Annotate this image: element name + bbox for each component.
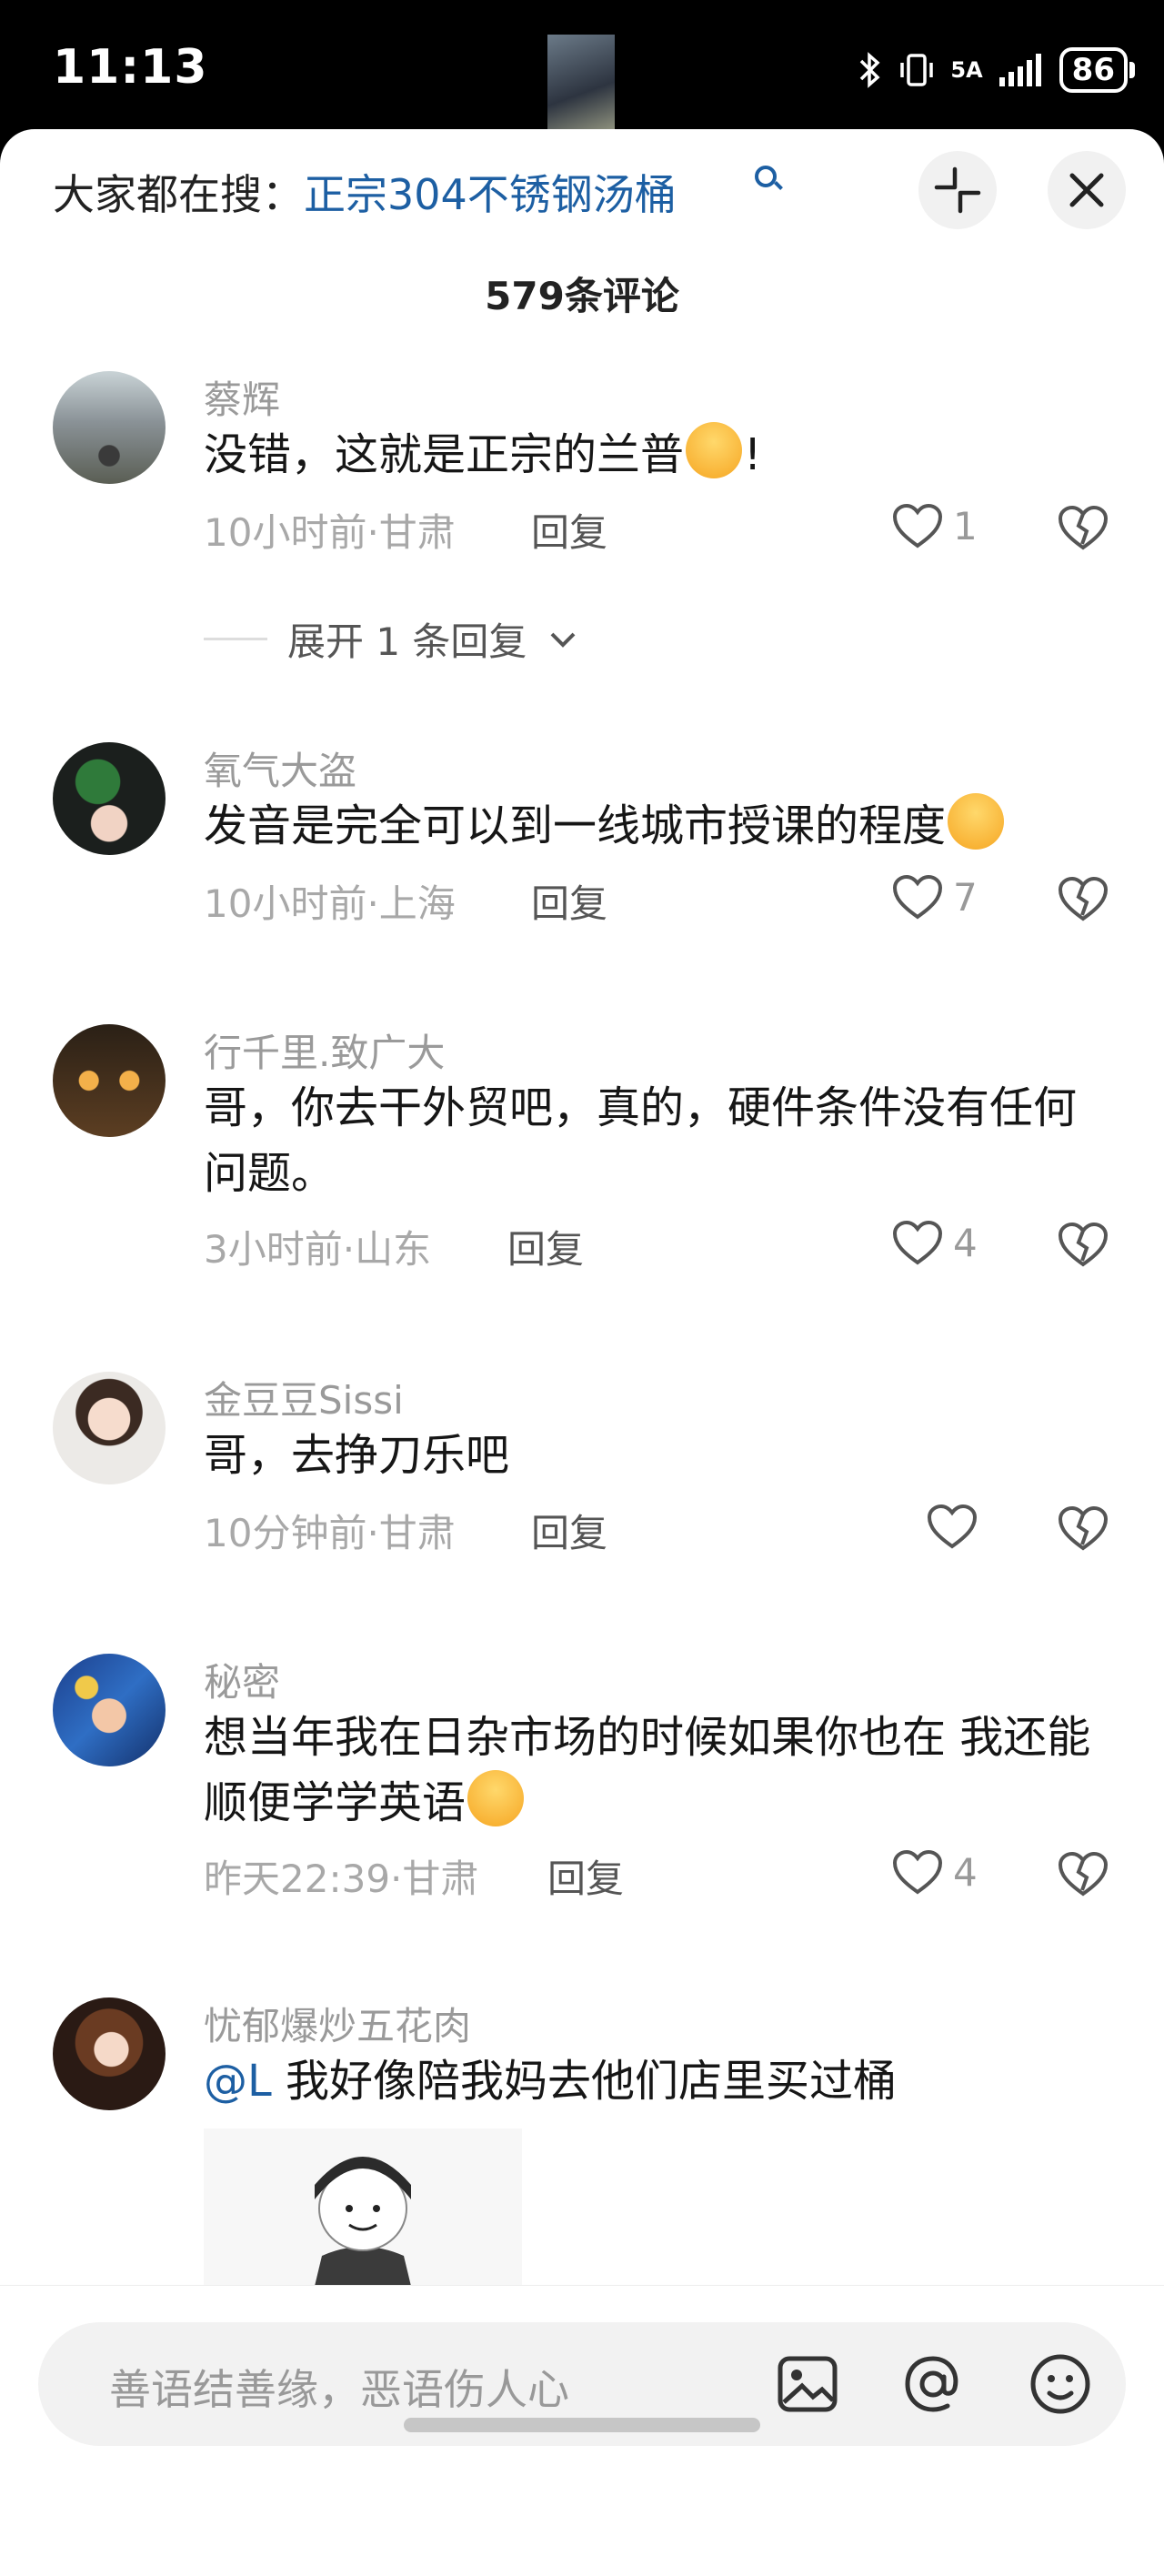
image-icon[interactable] xyxy=(775,2351,840,2417)
comment-text: 哥，去挣刀乐吧 xyxy=(204,1430,510,1481)
like-count: 4 xyxy=(953,1220,978,1265)
signal-icon xyxy=(998,54,1041,86)
username[interactable]: 秘密 xyxy=(204,1652,280,1707)
sleepy-emoji xyxy=(686,422,743,478)
comment-time-location: 10小时前·甘肃 xyxy=(204,510,456,555)
comment-body-tail: ! xyxy=(744,429,762,480)
username[interactable]: 金豆豆Sissi xyxy=(204,1370,404,1425)
status-icons: 5A 86 xyxy=(856,47,1136,93)
sticker-image[interactable] xyxy=(204,2128,522,2301)
reply-button[interactable]: 回复 xyxy=(547,1848,624,1904)
comment-time-location: 昨天22:39·甘肃 xyxy=(204,1857,479,1901)
search-prefix: 大家都在搜： xyxy=(53,170,304,219)
comment-text: 没错，这就是正宗的兰普! xyxy=(204,422,1113,488)
dislike-button[interactable] xyxy=(1057,875,1109,926)
dislike-button[interactable] xyxy=(1057,504,1109,555)
username[interactable]: 氧气大盗 xyxy=(204,740,356,796)
avatar[interactable] xyxy=(53,1997,166,2110)
dislike-heart-icon xyxy=(1058,1222,1109,1267)
floating-video-thumbnail[interactable] xyxy=(547,35,615,129)
reply-button[interactable]: 回复 xyxy=(531,502,607,558)
comment-time-location: 10小时前·上海 xyxy=(204,881,456,926)
search-icon xyxy=(755,166,777,187)
heart-icon xyxy=(892,1849,943,1895)
comment-sheet: 大家都在搜：正宗304不锈钢汤桶 579条评论 蔡辉 没错，这就是正宗的兰普! … xyxy=(0,129,1164,2576)
dislike-button[interactable] xyxy=(1057,1850,1109,1901)
avatar[interactable] xyxy=(53,371,166,484)
heart-icon xyxy=(892,1220,943,1265)
battery-icon: 86 xyxy=(1059,47,1136,93)
like-button[interactable]: 4 xyxy=(891,1848,978,1896)
avatar[interactable] xyxy=(53,1654,166,1766)
collapse-button[interactable] xyxy=(918,151,997,229)
heart-icon xyxy=(892,503,943,548)
like-button[interactable]: 4 xyxy=(891,1219,978,1266)
dislike-heart-icon xyxy=(1058,876,1109,921)
dislike-heart-icon xyxy=(1058,505,1109,550)
like-button[interactable] xyxy=(926,1503,988,1550)
close-button[interactable] xyxy=(1048,151,1126,229)
status-time: 11:13 xyxy=(53,40,208,95)
avatar[interactable] xyxy=(53,1024,166,1137)
dislike-button[interactable] xyxy=(1057,1504,1109,1555)
sticker-character xyxy=(311,2157,415,2301)
laughing-crying-emoji xyxy=(467,1770,525,1826)
avatar[interactable] xyxy=(53,742,166,855)
heart-icon xyxy=(927,1504,978,1549)
like-button[interactable]: 1 xyxy=(891,502,978,549)
like-count: 1 xyxy=(953,503,978,548)
expand-divider xyxy=(204,638,267,640)
dislike-heart-icon xyxy=(1058,1505,1109,1551)
like-count: 7 xyxy=(953,874,978,920)
comment-body: 发音是完全可以到一线城市授课的程度 xyxy=(204,800,947,851)
close-icon xyxy=(1069,173,1104,207)
chevron-down-icon xyxy=(551,632,576,648)
dislike-heart-icon xyxy=(1058,1851,1109,1897)
comment-count-title: 579条评论 xyxy=(485,274,679,318)
avatar[interactable] xyxy=(53,1372,166,1484)
network-type: 5A xyxy=(950,57,983,83)
expand-label: 展开 1 条回复 xyxy=(287,619,527,664)
comment-time-location: 10分钟前·甘肃 xyxy=(204,1511,456,1555)
expand-replies-button[interactable]: 展开 1 条回复 xyxy=(204,611,579,667)
comment-text: @L 我好像陪我妈去他们店里买过桶 xyxy=(204,2048,1113,2114)
bluetooth-icon xyxy=(860,52,880,88)
username[interactable]: 忧郁爆炒五花肉 xyxy=(204,1996,471,2051)
heart-icon xyxy=(892,874,943,920)
like-count: 4 xyxy=(953,1849,978,1895)
at-icon[interactable] xyxy=(900,2351,966,2417)
username[interactable]: 蔡辉 xyxy=(204,369,280,425)
mention-link[interactable]: @L xyxy=(204,2056,272,2107)
emoji-icon[interactable] xyxy=(1028,2351,1093,2417)
comment-text: 哥，你去干外贸吧，真的，硬件条件没有任何问题。 xyxy=(204,1082,1078,1199)
tearful-emoji xyxy=(948,793,1005,850)
home-indicator[interactable] xyxy=(404,2418,760,2432)
input-placeholder: 善语结善缘，恶语伤人心 xyxy=(109,2365,569,2414)
comment-text: 发音是完全可以到一线城市授课的程度 xyxy=(204,793,1113,859)
vibrate-icon xyxy=(900,54,934,86)
search-suggestion[interactable]: 大家都在搜：正宗304不锈钢汤桶 xyxy=(53,162,677,222)
reply-button[interactable]: 回复 xyxy=(531,1503,607,1558)
like-button[interactable]: 7 xyxy=(891,873,978,921)
reply-button[interactable]: 回复 xyxy=(507,1219,584,1274)
dislike-button[interactable] xyxy=(1057,1221,1109,1272)
comment-time-location: 3小时前·山东 xyxy=(204,1227,432,1272)
username[interactable]: 行千里.致广大 xyxy=(204,1022,445,1078)
reply-button[interactable]: 回复 xyxy=(531,873,607,929)
comment-body: 想当年我在日杂市场的时候如果你也在 我还能顺便学学英语 xyxy=(204,1712,1091,1828)
search-term-link[interactable]: 正宗304不锈钢汤桶 xyxy=(304,170,677,219)
collapse-icon xyxy=(934,166,981,214)
comment-body: 没错，这就是正宗的兰普 xyxy=(204,429,685,480)
status-bar: 11:13 5A 86 xyxy=(0,0,1164,136)
comment-body: 我好像陪我妈去他们店里买过桶 xyxy=(271,2056,898,2107)
comment-text: 想当年我在日杂市场的时候如果你也在 我还能顺便学学英语 xyxy=(204,1705,1113,1836)
